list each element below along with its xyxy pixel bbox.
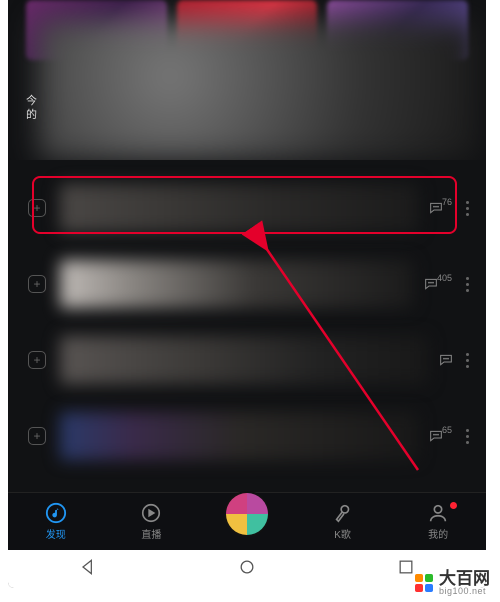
tab-label: 发现 [46,526,66,541]
more-icon[interactable] [458,201,476,216]
person-icon [427,502,449,524]
microphone-icon [332,502,354,524]
app-screen: 今 的 + 76 + 405 + [8,0,486,588]
notification-dot-icon [450,502,457,509]
song-list: + 76 + 405 + [8,160,486,460]
add-icon[interactable]: + [28,427,46,445]
watermark-logo-icon [415,574,433,592]
banner-large-card[interactable] [38,20,478,160]
tab-discover[interactable]: 发现 [21,502,91,541]
tab-label: 我的 [428,526,448,541]
list-item[interactable]: + 405 [18,260,476,308]
more-icon[interactable] [458,353,476,368]
add-icon[interactable]: + [28,351,46,369]
avatar[interactable] [226,493,268,535]
watermark: 大百网 big100.net [415,570,490,596]
tab-live[interactable]: 直播 [116,502,186,541]
more-icon[interactable] [458,277,476,292]
music-note-icon [45,502,67,524]
comment-icon[interactable]: 76 [428,200,452,216]
more-icon[interactable] [458,429,476,444]
top-banner: 今 的 [8,0,486,160]
tab-mine[interactable]: 我的 [403,502,473,541]
list-item-content[interactable] [60,184,418,232]
comment-count: 65 [442,425,452,435]
nav-back-icon[interactable] [78,557,98,582]
watermark-subtitle: big100.net [439,587,490,596]
nav-home-icon[interactable] [237,557,257,582]
tab-center[interactable] [212,501,282,543]
list-item[interactable]: + 76 [18,184,476,232]
comment-icon[interactable] [438,352,452,368]
list-item-content[interactable] [60,260,413,308]
add-icon[interactable]: + [28,275,46,293]
banner-corner-text: 今 的 [26,94,37,122]
comment-count: 76 [442,197,452,207]
tab-ktv[interactable]: K歌 [308,502,378,541]
bottom-tab-bar: 发现 直播 K歌 我的 [8,492,486,550]
tab-label: 直播 [141,526,161,541]
list-item[interactable]: + 65 [18,412,476,460]
list-item-content[interactable] [60,336,428,384]
add-icon[interactable]: + [28,199,46,217]
list-item[interactable]: + [18,336,476,384]
comment-count: 405 [437,273,452,283]
play-circle-icon [140,502,162,524]
nav-recent-icon[interactable] [396,557,416,582]
comment-icon[interactable]: 405 [423,276,452,292]
comment-icon[interactable]: 65 [428,428,452,444]
list-item-content[interactable] [60,412,418,460]
tab-label: K歌 [334,526,351,541]
watermark-title: 大百网 [439,570,490,587]
